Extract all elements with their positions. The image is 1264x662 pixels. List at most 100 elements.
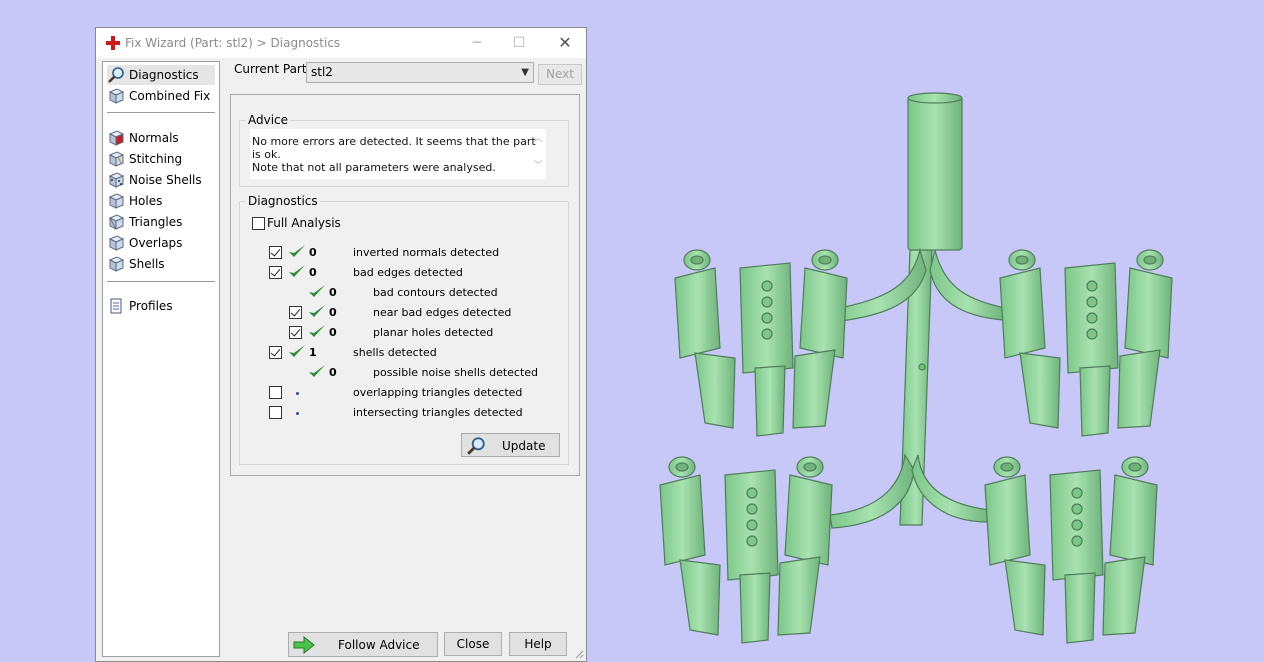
close-button[interactable]: Close — [444, 632, 502, 656]
nav-divider — [107, 112, 215, 113]
follow-advice-label: Follow Advice — [338, 638, 420, 652]
model-ring-hole — [1015, 255, 1029, 265]
magnifier-icon — [467, 437, 485, 455]
title-bar[interactable]: Fix Wizard (Part: stl2) > Diagnostics ─ … — [96, 28, 586, 58]
nav-item-noise-shells[interactable]: Noise Shells — [107, 170, 215, 190]
model-clamp-block — [784, 474, 833, 566]
model-sprue-arm — [929, 249, 1006, 321]
check-icon — [309, 305, 325, 317]
scroll-up-icon[interactable]: ︿ — [530, 133, 546, 146]
model-sprue-top-tube — [907, 95, 963, 251]
nav-item-label: Overlaps — [129, 236, 183, 250]
model-hole — [1086, 296, 1098, 308]
model-hole — [1071, 503, 1083, 515]
model-clamp-block — [984, 474, 1031, 566]
pending-dot-icon — [296, 412, 299, 415]
diagnostic-text: possible noise shells detected — [373, 366, 539, 379]
advice-text-box: No more errors are detected. It seems th… — [250, 129, 546, 179]
nav-item-shells[interactable]: Shells — [107, 254, 215, 274]
advice-group: Advice No more errors are detected. It s… — [239, 113, 569, 187]
current-part-label: Current Part: — [234, 62, 311, 76]
model-hole — [761, 280, 773, 292]
nav-item-profiles[interactable]: Profiles — [107, 296, 215, 316]
model-hole — [1071, 535, 1083, 547]
model-ring-hole — [1143, 255, 1157, 265]
check-icon — [309, 325, 325, 337]
nav-item-label: Triangles — [129, 215, 183, 229]
nav-item-normals[interactable]: Normals — [107, 128, 215, 148]
nav-item-triangles[interactable]: Triangles — [107, 212, 215, 232]
model-clamp-block — [1109, 474, 1158, 566]
diagnostic-checkbox[interactable] — [269, 246, 282, 259]
diagnostic-checkbox[interactable] — [289, 306, 302, 319]
nav-item-label: Profiles — [129, 299, 173, 313]
diagnostic-count: 0 — [329, 306, 337, 319]
diagnostic-text: intersecting triangles detected — [353, 406, 523, 419]
advice-line-2: Note that not all parameters were analys… — [252, 161, 496, 174]
full-analysis-label: Full Analysis — [267, 216, 341, 230]
chevron-down-icon: ▼ — [521, 67, 529, 78]
model-origin-marker — [918, 363, 926, 371]
3d-model-view[interactable] — [600, 0, 1264, 662]
next-button[interactable]: Next — [538, 64, 582, 85]
fix-wizard-dialog: Fix Wizard (Part: stl2) > Diagnostics ─ … — [95, 27, 587, 662]
cube-red-icon — [108, 130, 125, 146]
model-hole — [746, 487, 758, 499]
update-label: Update — [502, 439, 546, 453]
diagnostic-checkbox[interactable] — [289, 326, 302, 339]
arrow-right-icon — [293, 636, 315, 654]
diagnostic-count: 0 — [329, 286, 337, 299]
nav-item-overlaps[interactable]: Overlaps — [107, 233, 215, 253]
help-button[interactable]: Help — [509, 632, 567, 656]
model-hole — [746, 519, 758, 531]
model-ring-hole — [1000, 462, 1014, 472]
diagnostic-checkbox[interactable] — [269, 266, 282, 279]
nav-item-label: Shells — [129, 257, 165, 271]
model-clamp-foot — [1064, 572, 1096, 644]
diagnostic-checkbox[interactable] — [269, 406, 282, 419]
nav-item-label: Combined Fix — [129, 89, 211, 103]
model-hole — [761, 296, 773, 308]
nav-item-diagnostics[interactable]: Diagnostics — [107, 65, 215, 85]
check-icon — [309, 285, 325, 297]
scroll-down-icon[interactable]: ﹀ — [530, 160, 546, 173]
diagnostic-text: planar holes detected — [373, 326, 494, 339]
advice-scrollbar[interactable]: ︿ ﹀ — [530, 129, 546, 179]
model-hole — [1071, 519, 1083, 531]
noise-cube-icon — [108, 172, 125, 188]
update-button[interactable]: Update — [461, 433, 560, 457]
model-ring-hole — [675, 462, 689, 472]
nav-item-holes[interactable]: Holes — [107, 191, 215, 211]
wizard-nav: Diagnostics Combined Fix Normals Stitchi… — [102, 61, 220, 657]
close-window-button[interactable]: ✕ — [554, 33, 576, 53]
model-hole — [761, 328, 773, 340]
diagnostic-text: inverted normals detected — [353, 246, 500, 259]
diagnostic-checkbox[interactable] — [269, 386, 282, 399]
model-clamp-foot — [1019, 352, 1061, 429]
diagnostic-checkbox[interactable] — [269, 346, 282, 359]
cube-icon — [108, 256, 125, 272]
cube-icon — [108, 193, 125, 209]
nav-item-combined-fix[interactable]: Combined Fix — [107, 86, 215, 106]
minimize-button[interactable]: ─ — [466, 33, 488, 53]
model-clamp-foot — [694, 352, 736, 429]
full-analysis-checkbox[interactable] — [252, 217, 265, 230]
model-sprue-top-cap — [907, 92, 963, 104]
check-icon — [289, 345, 305, 357]
model-clamp-foot — [792, 349, 836, 429]
model-clamp-block — [1124, 267, 1173, 359]
maximize-button[interactable]: ☐ — [508, 33, 530, 53]
resize-grip-icon[interactable] — [574, 649, 584, 659]
nav-item-label: Diagnostics — [129, 68, 199, 82]
model-ring-hole — [818, 255, 832, 265]
diagnostic-count: 0 — [329, 326, 337, 339]
magnifier-icon — [108, 67, 124, 83]
diagnostic-text: shells detected — [353, 346, 437, 359]
document-icon — [110, 298, 122, 314]
diagnostic-text: near bad edges detected — [373, 306, 512, 319]
follow-advice-button[interactable]: Follow Advice — [288, 632, 438, 657]
nav-item-stitching[interactable]: Stitching — [107, 149, 215, 169]
check-icon — [289, 245, 305, 257]
nav-item-label: Noise Shells — [129, 173, 202, 187]
current-part-select[interactable]: stl2 ▼ — [306, 62, 534, 83]
